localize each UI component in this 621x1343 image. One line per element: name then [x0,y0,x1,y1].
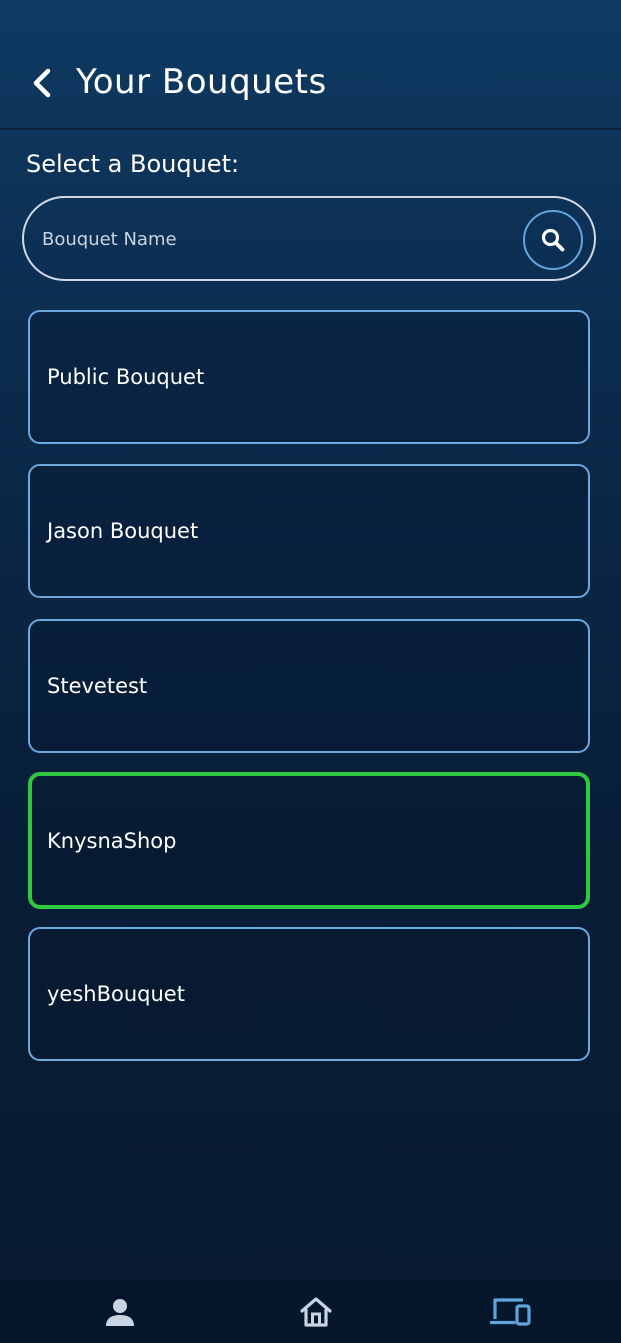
bouquet-item-jason-bouquet[interactable]: Jason Bouquet [28,464,590,598]
nav-devices[interactable] [481,1287,541,1337]
search-bar [22,196,596,281]
bouquet-item-yeshbouquet[interactable]: yeshBouquet [28,927,590,1061]
bouquet-item-public-bouquet[interactable]: Public Bouquet [28,310,590,444]
select-bouquet-label: Select a Bouquet: [26,150,240,178]
bouquet-item-stevetest[interactable]: Stevetest [28,619,590,753]
bouquet-item-label: Jason Bouquet [47,519,199,543]
bouquet-name-input[interactable] [42,218,512,260]
page-title: Your Bouquets [76,62,327,102]
app-header: Your Bouquets [0,0,621,130]
back-button[interactable] [22,62,62,104]
bouquet-item-label: yeshBouquet [47,982,185,1006]
bouquet-item-label: Public Bouquet [47,365,205,389]
nav-profile[interactable] [90,1287,150,1337]
bottom-navigation [0,1280,621,1343]
search-icon [541,228,565,252]
chevron-left-icon [33,68,51,98]
bouquet-item-label: Stevetest [47,674,148,698]
search-button[interactable] [523,210,583,270]
bouquet-item-label: KnysnaShop [47,828,177,853]
person-icon [106,1298,134,1326]
nav-home[interactable] [286,1287,346,1337]
home-icon [299,1296,332,1327]
bouquet-item-knysnashop[interactable]: KnysnaShop [28,772,590,909]
devices-icon [490,1297,531,1326]
